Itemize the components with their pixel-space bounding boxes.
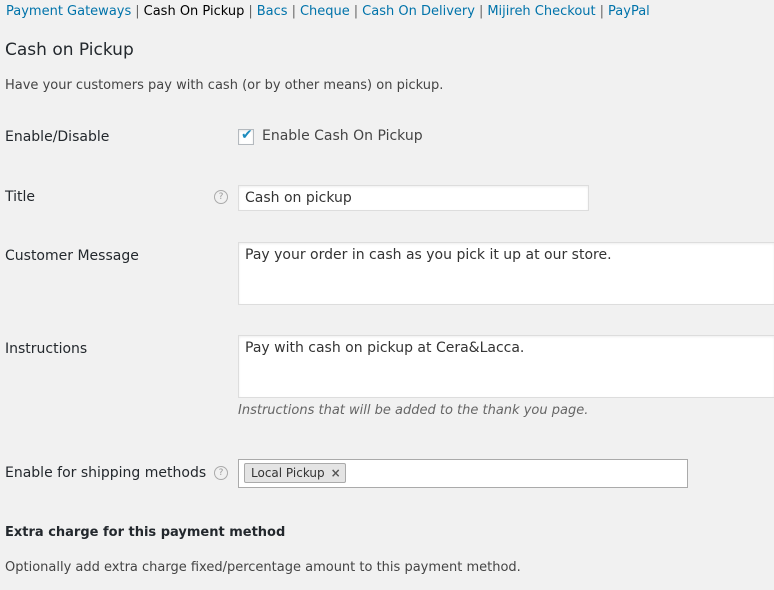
extra-charge-description: Optionally add extra charge fixed/percen… [5,560,521,575]
subnav-item-payment-gateways[interactable]: Payment Gateways [6,4,131,19]
subnav-separator: | [478,4,484,19]
subnav-item-cash-on-delivery[interactable]: Cash On Delivery [362,4,475,19]
title-help-icon[interactable]: ? [214,190,228,204]
instructions-textarea[interactable]: Pay with cash on pickup at Cera&Lacca. [238,335,774,398]
page-description: Have your customers pay with cash (or by… [5,78,444,93]
instructions-label: Instructions [5,341,88,357]
remove-tag-icon[interactable]: × [331,464,341,482]
subnav-item-mijireh-checkout[interactable]: Mijireh Checkout [487,4,595,19]
subnav-separator: | [599,4,605,19]
customer-message-label: Customer Message [5,248,139,264]
shipping-method-tag: Local Pickup × [244,463,346,483]
shipping-method-tag-label: Local Pickup [251,466,325,480]
checkmark-icon: ✔ [241,127,253,143]
subnav-item-bacs[interactable]: Bacs [257,4,288,19]
enable-disable-label: Enable/Disable [5,129,110,145]
enable-cash-on-pickup-label[interactable]: Enable Cash On Pickup [262,128,423,144]
subnav-item-cheque[interactable]: Cheque [300,4,350,19]
enable-cash-on-pickup-checkbox[interactable]: ✔ [238,127,254,145]
subnav-separator: | [353,4,359,19]
gateway-subnav: Payment Gateways | Cash On Pickup | Bacs | Che… [6,4,650,19]
shipping-methods-multiselect[interactable]: Local Pickup × [238,459,688,488]
subnav-separator: | [248,4,253,19]
customer-message-textarea[interactable]: Pay your order in cash as you pick it up… [238,242,774,305]
shipping-methods-label: Enable for shipping methods [5,465,207,481]
title-input[interactable]: Cash on pickup [238,185,589,211]
title-label: Title [5,189,36,205]
subnav-item-cash-on-pickup: Cash On Pickup [143,4,245,19]
page-title: Cash on Pickup [5,40,134,60]
subnav-item-paypal[interactable]: PayPal [608,4,650,19]
extra-charge-title: Extra charge for this payment method [5,525,286,540]
shipping-methods-help-icon[interactable]: ? [214,466,228,480]
subnav-separator: | [135,4,140,19]
instructions-description: Instructions that will be added to the t… [238,403,589,418]
subnav-separator: | [291,4,296,19]
